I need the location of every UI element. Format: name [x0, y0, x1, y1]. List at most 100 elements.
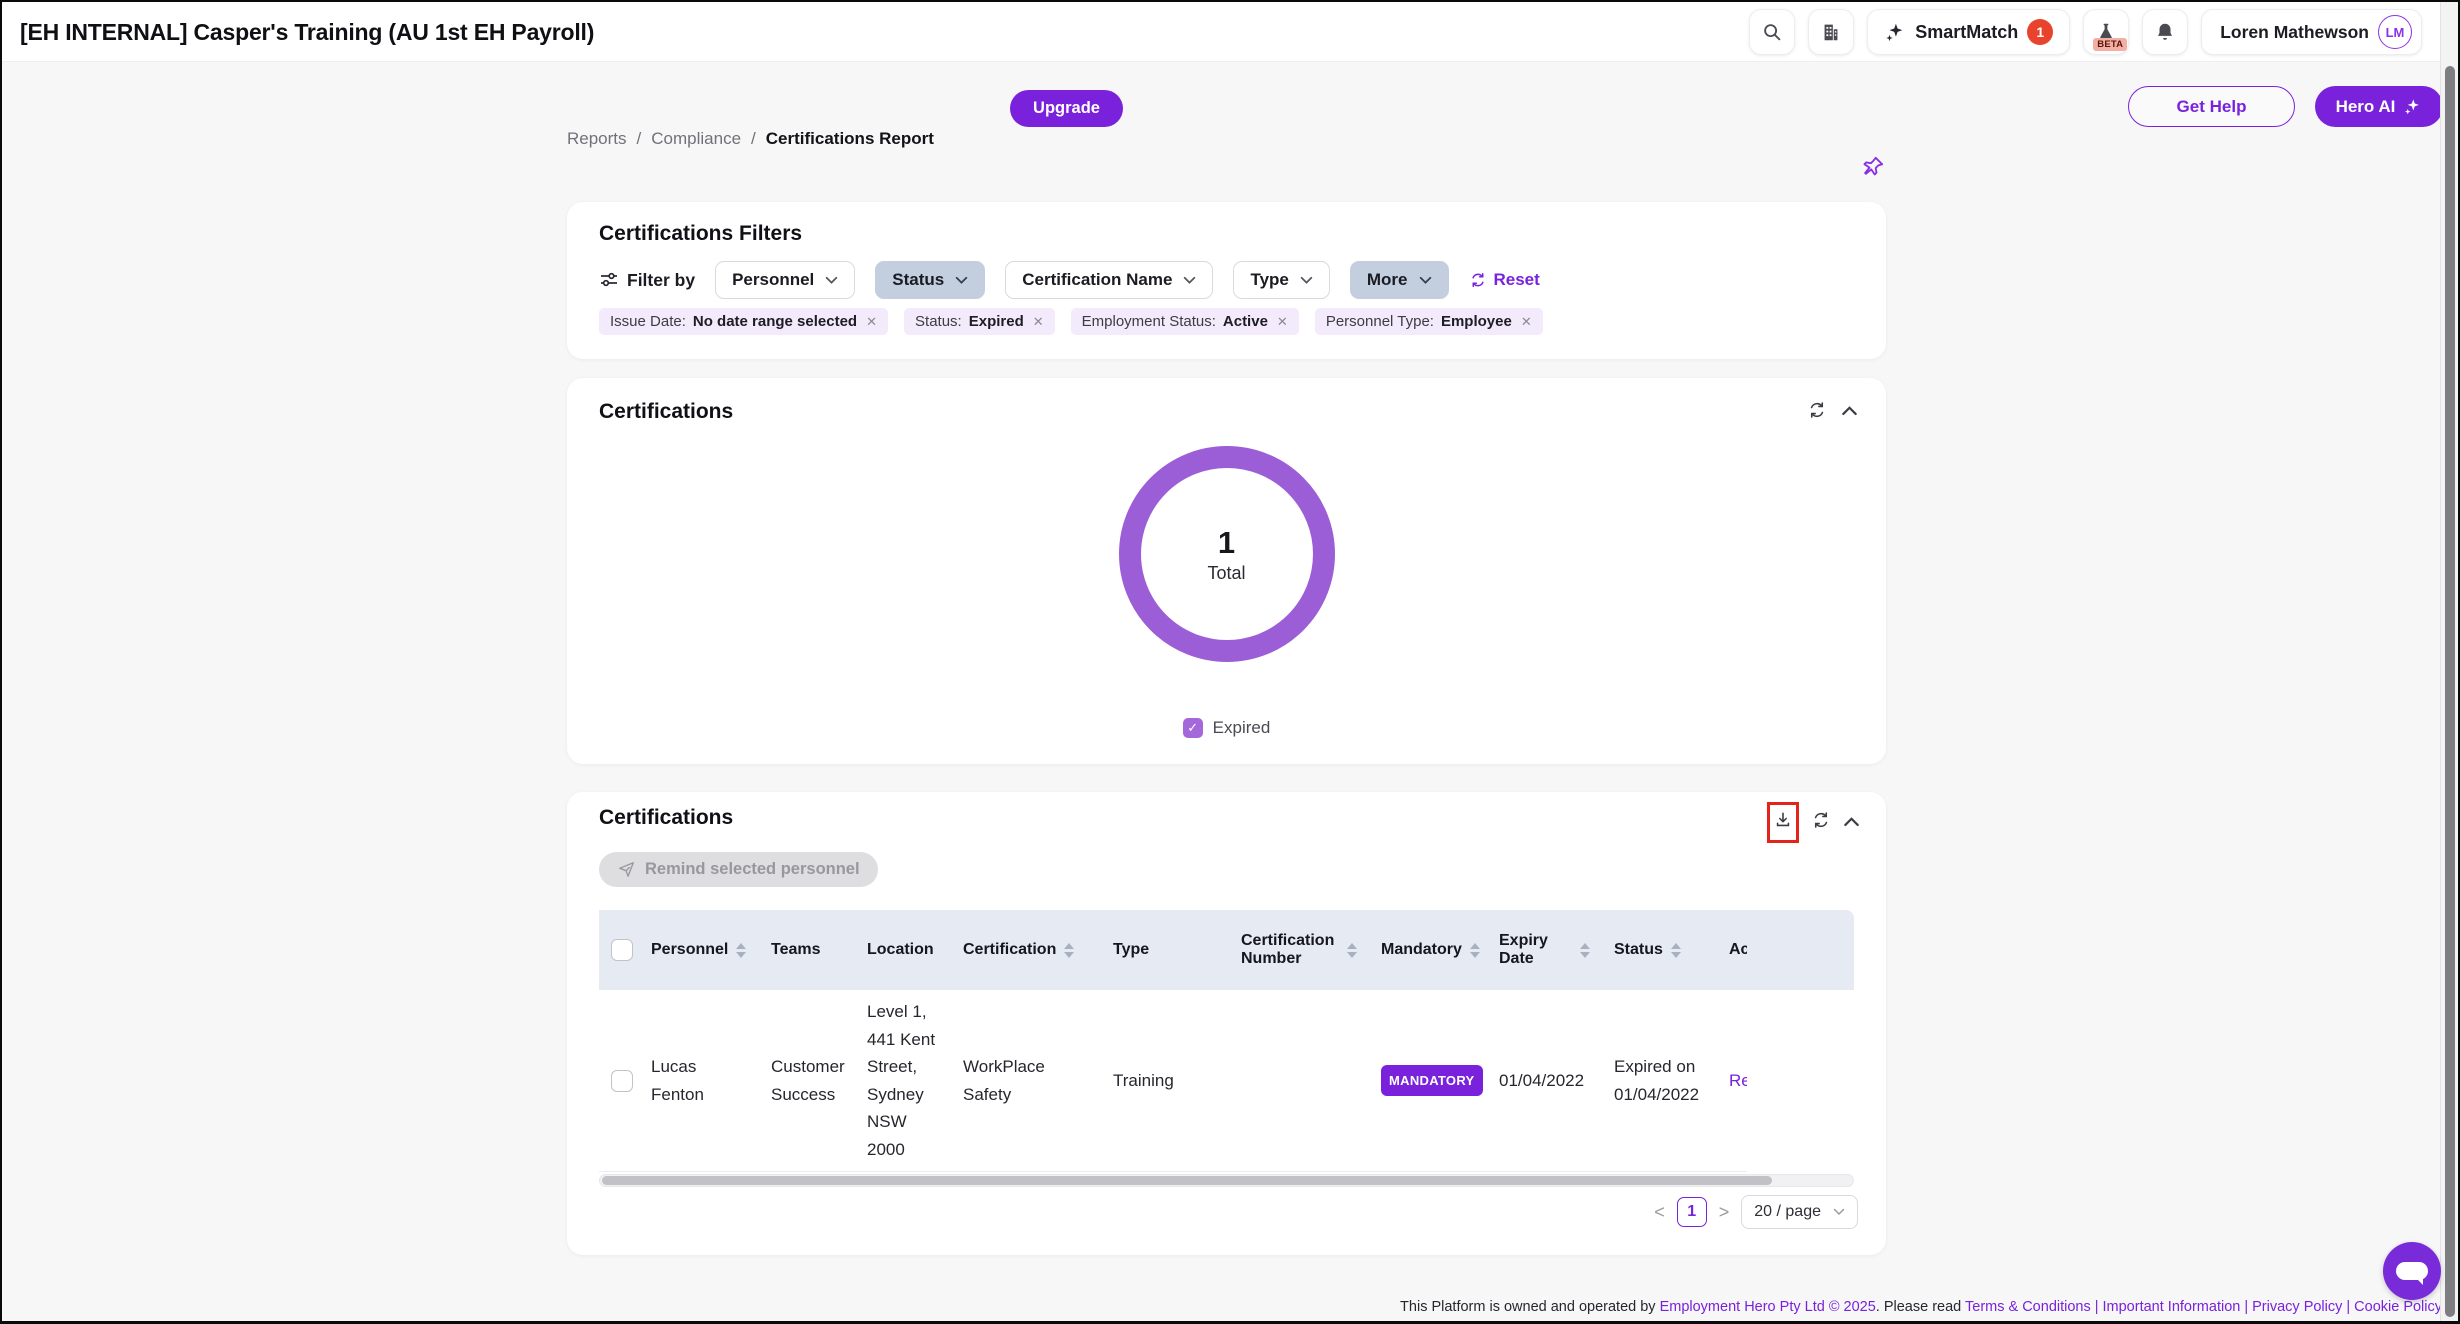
refresh-button[interactable]: [1807, 400, 1827, 420]
pushpin-icon: [1860, 154, 1886, 180]
chevron-down-icon: [1183, 276, 1196, 285]
privacy-policy-link[interactable]: Privacy Policy: [2252, 1299, 2342, 1315]
sort-icon[interactable]: [1671, 943, 1681, 958]
page-size-select[interactable]: 20 / page: [1741, 1195, 1858, 1229]
certifications-chart-card: Certifications 1 Total ✓ Expired: [567, 378, 1886, 764]
remind-link[interactable]: Remind: [1729, 1071, 1747, 1090]
cell-teams: Customer Success: [759, 990, 855, 1172]
certifications-donut-chart: 1 Total: [1119, 446, 1335, 662]
column-header-type: Type: [1101, 910, 1229, 990]
sort-icon[interactable]: [1347, 943, 1357, 958]
upgrade-button[interactable]: Upgrade: [1010, 90, 1123, 127]
filter-button-certification-name[interactable]: Certification Name: [1005, 261, 1213, 299]
column-header-certification[interactable]: Certification: [951, 910, 1101, 990]
select-all-checkbox[interactable]: [611, 939, 633, 961]
sort-icon[interactable]: [1580, 943, 1590, 958]
building-icon: [1820, 21, 1842, 43]
sort-icon[interactable]: [1064, 943, 1074, 958]
close-icon[interactable]: ✕: [866, 314, 877, 330]
labs-button[interactable]: BETA: [2083, 9, 2129, 55]
collapse-button[interactable]: [1841, 405, 1858, 416]
column-header-personnel[interactable]: Personnel: [639, 910, 759, 990]
filters-title: Certifications Filters: [599, 222, 802, 246]
hero-ai-button[interactable]: Hero AI: [2315, 86, 2443, 127]
legend-label-expired: Expired: [1213, 718, 1271, 738]
prev-page-button[interactable]: <: [1654, 1202, 1665, 1223]
chevron-up-icon: [1843, 816, 1860, 827]
hero-ai-label: Hero AI: [2336, 97, 2396, 117]
chevron-down-icon: [1833, 1208, 1845, 1216]
mandatory-badge: MANDATORY: [1381, 1065, 1483, 1096]
pin-page-button[interactable]: [1860, 154, 1886, 185]
filter-chip-issue-date: Issue Date:No date range selected ✕: [599, 308, 888, 335]
chat-launcher-button[interactable]: [2383, 1242, 2441, 1300]
organisation-button[interactable]: [1808, 9, 1854, 55]
collapse-button[interactable]: [1843, 814, 1860, 832]
close-icon[interactable]: ✕: [1277, 314, 1288, 330]
filter-button-more[interactable]: More: [1350, 261, 1449, 299]
filter-button-personnel[interactable]: Personnel: [715, 261, 855, 299]
certifications-table-card: Certifications Remind selected personnel: [567, 792, 1886, 1255]
cell-certification: WorkPlace Safety: [951, 990, 1101, 1172]
remind-selected-button[interactable]: Remind selected personnel: [599, 852, 878, 887]
breadcrumb: Reports / Compliance / Certifications Re…: [567, 129, 934, 149]
reset-filters-button[interactable]: Reset: [1469, 270, 1540, 290]
filters-card: Certifications Filters Filter by Personn…: [567, 202, 1886, 359]
cookie-policy-link[interactable]: Cookie Policy: [2354, 1299, 2442, 1315]
row-checkbox[interactable]: [611, 1070, 633, 1092]
get-help-button[interactable]: Get Help: [2128, 86, 2295, 127]
cell-location: Level 1, 441 Kent Street, Sydney NSW 200…: [855, 990, 951, 1172]
table-row: Lucas Fenton Customer Success Level 1, 4…: [599, 990, 1747, 1172]
legend-checkbox-expired[interactable]: ✓: [1183, 718, 1203, 738]
chevron-down-icon: [955, 276, 968, 285]
top-bar: [EH INTERNAL] Casper's Training (AU 1st …: [2, 2, 2458, 62]
breadcrumb-item-compliance[interactable]: Compliance: [651, 129, 741, 149]
close-icon[interactable]: ✕: [1521, 314, 1532, 330]
certifications-table: Personnel Teams Location Certification T…: [599, 910, 1854, 1162]
sort-icon[interactable]: [1470, 943, 1480, 958]
important-information-link[interactable]: Important Information: [2103, 1299, 2241, 1315]
cell-certification-number: [1229, 990, 1369, 1172]
terms-link[interactable]: Terms & Conditions: [1965, 1299, 2091, 1315]
download-icon: [1773, 809, 1793, 831]
filter-chip-employment-status: Employment Status:Active ✕: [1071, 308, 1299, 335]
page-number-button[interactable]: 1: [1677, 1197, 1707, 1227]
filter-chips: Issue Date:No date range selected ✕ Stat…: [599, 308, 1543, 335]
refresh-icon: [1807, 400, 1827, 420]
filter-button-status[interactable]: Status: [875, 261, 985, 299]
sort-icon[interactable]: [736, 943, 746, 958]
send-icon: [617, 860, 636, 879]
refresh-button[interactable]: [1811, 810, 1831, 835]
filter-by-label: Filter by: [627, 270, 695, 291]
search-button[interactable]: [1749, 9, 1795, 55]
vertical-scrollbar-thumb[interactable]: [2445, 66, 2455, 1317]
breadcrumb-item-reports[interactable]: Reports: [567, 129, 627, 149]
download-button[interactable]: [1773, 809, 1793, 836]
chart-card-title: Certifications: [599, 400, 733, 424]
smartmatch-button[interactable]: SmartMatch 1: [1867, 9, 2070, 55]
close-icon[interactable]: ✕: [1033, 314, 1044, 330]
footer: This Platform is owned and operated by E…: [1400, 1299, 2442, 1315]
vertical-scrollbar[interactable]: [2440, 2, 2458, 1321]
sparkle-icon: [1884, 21, 1906, 43]
user-menu-button[interactable]: Loren Mathewson LM: [2201, 9, 2422, 55]
column-header-mandatory[interactable]: Mandatory: [1369, 910, 1487, 990]
notifications-button[interactable]: [2142, 9, 2188, 55]
cell-personnel: Lucas Fenton: [639, 990, 759, 1172]
filter-row: Filter by Personnel Status Certification…: [599, 260, 1540, 300]
beta-tag: BETA: [2093, 38, 2127, 51]
company-link[interactable]: Employment Hero Pty Ltd © 2025: [1660, 1299, 1876, 1315]
filter-sliders-icon: [599, 270, 619, 290]
next-page-button[interactable]: >: [1719, 1202, 1730, 1223]
filter-button-type[interactable]: Type: [1233, 261, 1329, 299]
bell-icon: [2154, 21, 2176, 43]
app-window: [EH INTERNAL] Casper's Training (AU 1st …: [0, 0, 2460, 1324]
column-header-expiry-date[interactable]: Expiry Date: [1487, 910, 1602, 990]
horizontal-scrollbar-thumb[interactable]: [602, 1176, 1772, 1185]
donut-total-value: 1: [1218, 525, 1235, 561]
column-header-certification-number[interactable]: Certification Number: [1229, 910, 1369, 990]
horizontal-scrollbar[interactable]: [599, 1174, 1854, 1187]
filter-chip-status: Status:Expired ✕: [904, 308, 1055, 335]
column-header-status[interactable]: Status: [1602, 910, 1717, 990]
user-name: Loren Mathewson: [2220, 22, 2369, 43]
